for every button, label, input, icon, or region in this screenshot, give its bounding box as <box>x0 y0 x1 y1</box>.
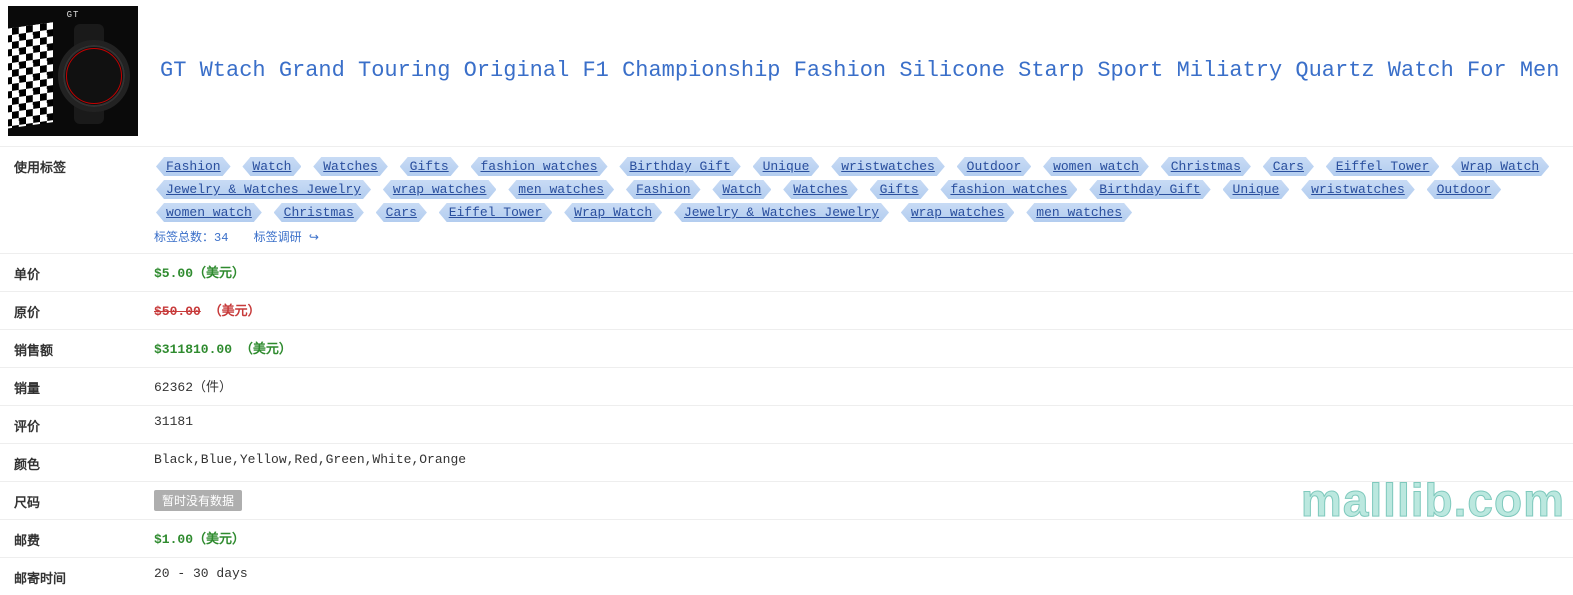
tag-item[interactable]: Unique <box>1223 180 1290 199</box>
detail-rows: 使用标签 Fashion Watch Watches Gifts fashion… <box>0 147 1573 595</box>
label-shipping-time: 邮寄时间 <box>0 566 154 587</box>
row-sales-amount: 销售额 $311810.00 （美元） <box>0 330 1573 368</box>
tag-item[interactable]: women watch <box>1043 157 1149 176</box>
tag-item[interactable]: women watch <box>156 203 262 222</box>
product-header: GT GT Wtach Grand Touring Original F1 Ch… <box>0 0 1573 147</box>
tag-item[interactable]: Wrap Watch <box>564 203 662 222</box>
tag-item[interactable]: Jewelry & Watches Jewelry <box>674 203 889 222</box>
product-title[interactable]: GT Wtach Grand Touring Original F1 Champ… <box>160 56 1559 87</box>
label-reviews: 评价 <box>0 414 154 435</box>
tags-total-count: 标签总数：34 <box>154 231 228 245</box>
tag-item[interactable]: Watches <box>313 157 388 176</box>
row-original-price: 原价 $50.00 （美元） <box>0 292 1573 330</box>
row-shipping: 邮费 $1.00（美元） <box>0 520 1573 558</box>
tag-item[interactable]: Fashion <box>156 157 231 176</box>
label-tags: 使用标签 <box>0 155 154 176</box>
tag-item[interactable]: men watches <box>1026 203 1132 222</box>
row-color: 颜色 Black,Blue,Yellow,Red,Green,White,Ora… <box>0 444 1573 482</box>
share-arrow-icon: ↪ <box>309 231 319 245</box>
tags-container: Fashion Watch Watches Gifts fashion watc… <box>154 155 1573 245</box>
tags-footer: 标签总数：34 标签调研 ↪ <box>154 228 1563 245</box>
label-unit-price: 单价 <box>0 262 154 283</box>
row-size: 尺码 暂时没有数据 <box>0 482 1573 520</box>
row-sales-volume: 销量 62362（件） <box>0 368 1573 406</box>
label-original-price: 原价 <box>0 300 154 321</box>
tag-item[interactable]: fashion watches <box>471 157 608 176</box>
size-nodata-badge: 暂时没有数据 <box>154 490 242 511</box>
tag-item[interactable]: wrap watches <box>901 203 1015 222</box>
tag-item[interactable]: Watches <box>783 180 858 199</box>
tag-item[interactable]: Fashion <box>626 180 701 199</box>
label-sales-amount: 销售额 <box>0 338 154 359</box>
tag-item[interactable]: Unique <box>753 157 820 176</box>
tag-item[interactable]: Cars <box>376 203 427 222</box>
row-reviews: 评价 31181 <box>0 406 1573 444</box>
value-original-price-strike: $50.00 <box>154 304 201 319</box>
tags-research-link[interactable]: 标签调研 ↪ <box>254 231 319 245</box>
watch-graphic <box>50 24 128 124</box>
tag-item[interactable]: Watch <box>242 157 301 176</box>
tag-item[interactable]: Gifts <box>870 180 929 199</box>
tag-item[interactable]: wristwatches <box>1301 180 1415 199</box>
tag-item[interactable]: Watch <box>712 180 771 199</box>
tag-item[interactable]: Christmas <box>274 203 364 222</box>
tag-item[interactable]: wrap watches <box>383 180 497 199</box>
tag-item[interactable]: Jewelry & Watches Jewelry <box>156 180 371 199</box>
value-color: Black,Blue,Yellow,Red,Green,White,Orange <box>154 452 1573 467</box>
value-original-price-suffix: （美元） <box>201 304 261 319</box>
tag-item[interactable]: Eiffel Tower <box>439 203 553 222</box>
value-shipping: $1.00（美元） <box>154 532 245 547</box>
tag-item[interactable]: Christmas <box>1161 157 1251 176</box>
label-sales-volume: 销量 <box>0 376 154 397</box>
gt-logo-text: GT <box>8 10 138 20</box>
tag-item[interactable]: Outdoor <box>1427 180 1502 199</box>
tag-item[interactable]: fashion watches <box>940 180 1077 199</box>
label-color: 颜色 <box>0 452 154 473</box>
tag-item[interactable]: Wrap Watch <box>1451 157 1549 176</box>
value-sales-amount: $311810.00 （美元） <box>154 342 292 357</box>
value-reviews: 31181 <box>154 414 1573 429</box>
label-shipping: 邮费 <box>0 528 154 549</box>
label-size: 尺码 <box>0 490 154 511</box>
value-sales-volume: 62362（件） <box>154 376 1573 395</box>
tag-item[interactable]: Cars <box>1263 157 1314 176</box>
row-tags: 使用标签 Fashion Watch Watches Gifts fashion… <box>0 147 1573 254</box>
row-shipping-time: 邮寄时间 20 - 30 days <box>0 558 1573 595</box>
product-image[interactable]: GT <box>8 6 138 136</box>
tag-item[interactable]: Outdoor <box>957 157 1032 176</box>
tag-item[interactable]: men watches <box>508 180 614 199</box>
tag-item[interactable]: Birthday Gift <box>1089 180 1210 199</box>
checkered-flag-graphic <box>8 22 53 130</box>
tag-item[interactable]: Eiffel Tower <box>1326 157 1440 176</box>
tag-item[interactable]: Birthday Gift <box>619 157 740 176</box>
tag-item[interactable]: wristwatches <box>831 157 945 176</box>
row-unit-price: 单价 $5.00（美元） <box>0 254 1573 292</box>
value-unit-price: $5.00（美元） <box>154 266 245 281</box>
tag-item[interactable]: Gifts <box>400 157 459 176</box>
